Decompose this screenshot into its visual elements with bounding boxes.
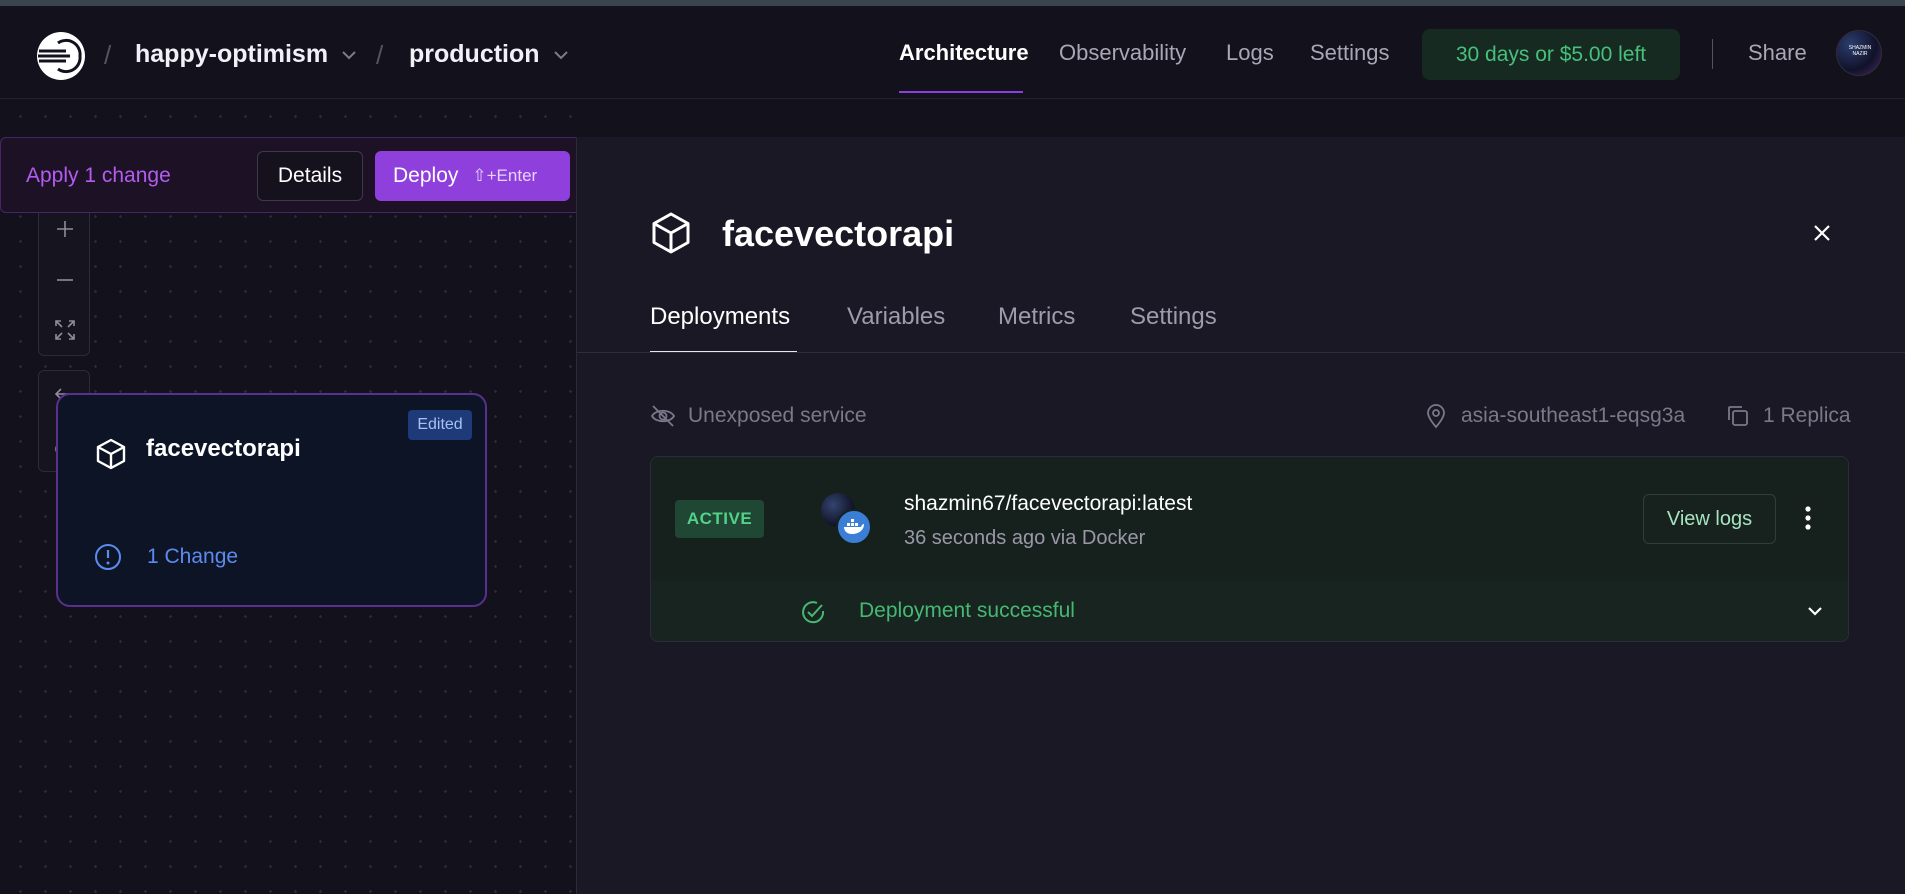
deploy-label: Deploy: [393, 164, 459, 187]
deployment-result: Deployment successful: [859, 599, 1075, 622]
deployment-result-row[interactable]: Deployment successful: [651, 581, 1848, 641]
deploy-button[interactable]: Deploy ⇧+Enter: [375, 151, 570, 201]
tab-variables[interactable]: Variables: [847, 303, 945, 331]
nav-architecture[interactable]: Architecture: [899, 40, 1029, 66]
panel-title: facevectorapi: [722, 213, 955, 254]
edited-badge: Edited: [408, 410, 472, 440]
nav-logs[interactable]: Logs: [1226, 40, 1274, 66]
map-pin-icon: [1427, 404, 1445, 429]
view-logs-button[interactable]: View logs: [1643, 494, 1776, 544]
project-selector[interactable]: happy-optimism: [135, 40, 358, 69]
replica-info[interactable]: 1 Replica: [1725, 403, 1851, 429]
zoom-controls: [38, 213, 90, 356]
project-name: happy-optimism: [135, 40, 329, 68]
cube-icon: [96, 438, 126, 470]
deployment-meta: 36 seconds ago via Docker: [904, 527, 1146, 549]
eye-off-icon: [650, 405, 676, 427]
details-button[interactable]: Details: [257, 151, 363, 201]
active-nav-underline: [899, 91, 1023, 93]
deploy-shortcut: ⇧+Enter: [472, 166, 538, 185]
exposure-label: Unexposed service: [688, 404, 867, 427]
pending-changes[interactable]: 1 Change: [147, 545, 238, 569]
chevron-down-icon: [342, 50, 356, 59]
image-name[interactable]: shazmin67/facevectorapi:latest: [904, 492, 1192, 516]
close-icon[interactable]: [1812, 223, 1832, 243]
tab-settings[interactable]: Settings: [1130, 303, 1217, 331]
chevron-down-icon[interactable]: [1805, 601, 1825, 621]
share-button[interactable]: Share: [1748, 40, 1807, 66]
minus-icon[interactable]: [52, 267, 78, 293]
breadcrumb-separator: /: [376, 40, 384, 70]
copy-icon: [1728, 406, 1748, 426]
replica-label: 1 Replica: [1763, 404, 1851, 427]
header-divider: [1712, 39, 1713, 69]
deployment-summary: ACTIVE shazmin67/facevectorapi:latest 36…: [651, 457, 1848, 575]
tab-metrics[interactable]: Metrics: [998, 303, 1075, 331]
environment-name: production: [409, 40, 540, 68]
tabs-divider: [577, 352, 1905, 353]
service-details-panel: facevectorapi Deployments Variables Metr…: [576, 137, 1905, 894]
fit-view-icon[interactable]: [52, 317, 78, 343]
top-header: / happy-optimism / production Architectu…: [0, 6, 1905, 99]
apply-changes-label: Apply 1 change: [26, 164, 171, 187]
railway-logo-icon[interactable]: [36, 31, 86, 81]
nav-observability[interactable]: Observability: [1059, 40, 1186, 66]
staged-changes-bar: Apply 1 change Details Deploy ⇧+Enter: [0, 137, 630, 213]
check-circle-icon: [802, 601, 825, 624]
chevron-down-icon: [553, 50, 568, 59]
deployment-card[interactable]: ACTIVE shazmin67/facevectorapi:latest 36…: [650, 456, 1849, 642]
cube-icon: [652, 212, 690, 254]
service-card[interactable]: Edited facevectorapi 1 Change: [56, 393, 487, 607]
trial-badge[interactable]: 30 days or $5.00 left: [1422, 29, 1680, 80]
avatar-text: SHAZMIN NAZIR: [1848, 45, 1872, 57]
kebab-menu-icon[interactable]: [1799, 502, 1817, 534]
docker-icon: [836, 509, 872, 545]
plus-icon[interactable]: [52, 216, 78, 242]
environment-selector[interactable]: production: [409, 40, 570, 69]
region-info[interactable]: asia-southeast1-eqsg3a: [1423, 403, 1685, 429]
alert-circle-icon: [95, 544, 121, 570]
avatar[interactable]: SHAZMIN NAZIR: [1836, 30, 1882, 76]
service-name: facevectorapi: [146, 435, 301, 462]
breadcrumb-separator: /: [104, 40, 112, 70]
status-badge: ACTIVE: [675, 500, 764, 538]
exposure-status[interactable]: Unexposed service: [650, 403, 867, 429]
nav-settings[interactable]: Settings: [1310, 40, 1390, 66]
tab-deployments[interactable]: Deployments: [650, 303, 790, 331]
region-label: asia-southeast1-eqsg3a: [1461, 404, 1686, 427]
